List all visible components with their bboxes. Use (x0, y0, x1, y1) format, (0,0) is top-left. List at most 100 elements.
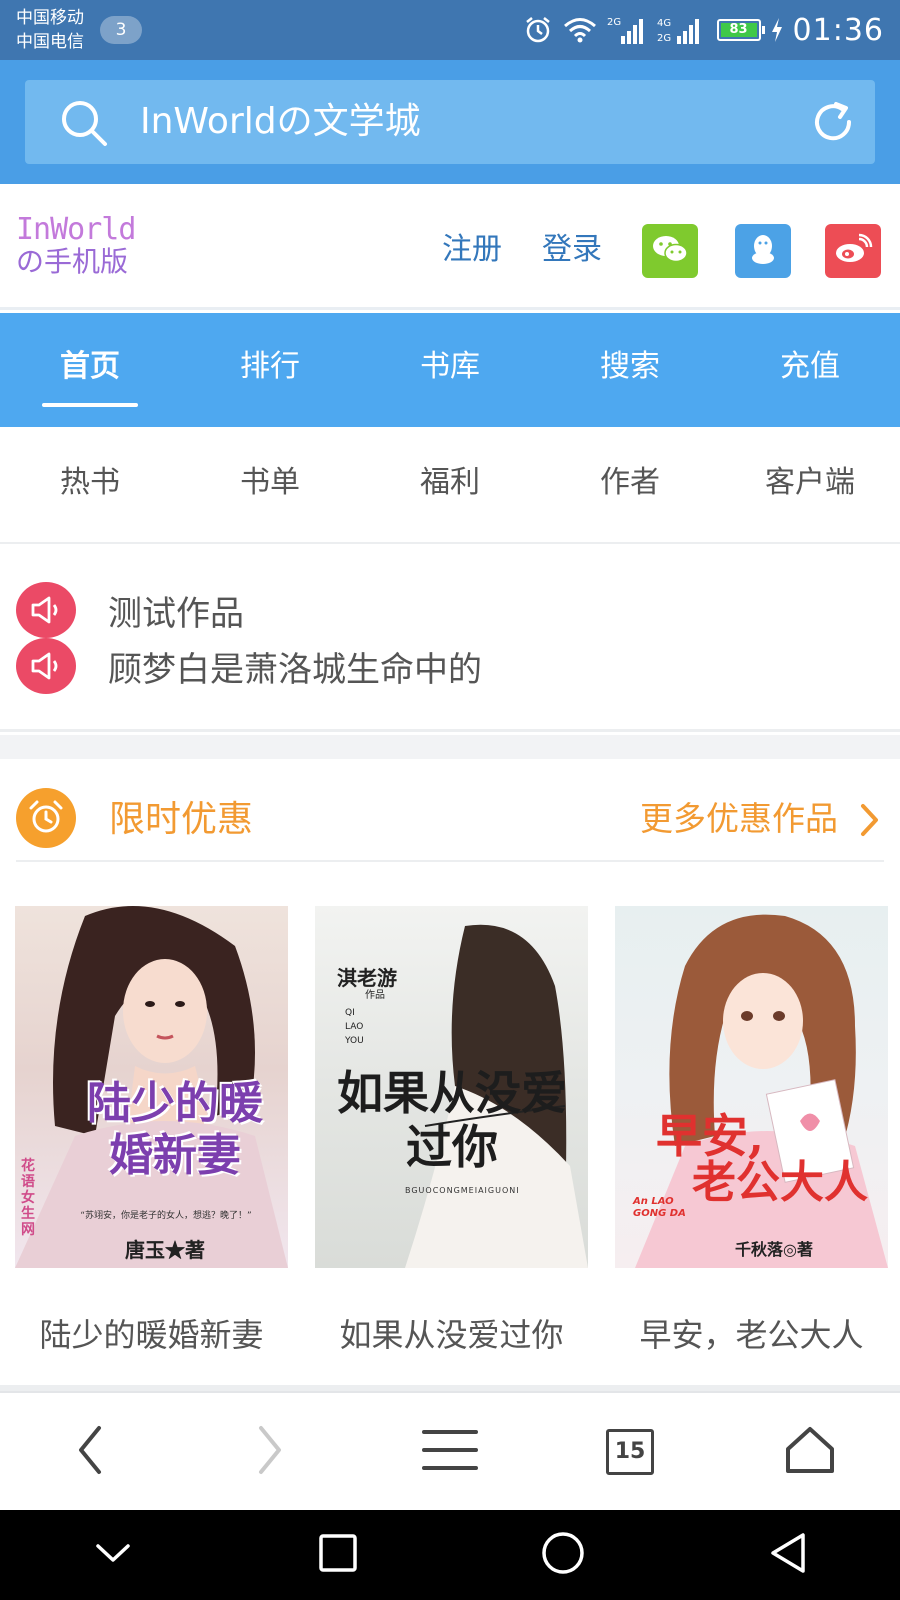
signal-2-label: 4G (657, 18, 671, 29)
carrier-labels: 中国移动 中国电信 (16, 6, 84, 54)
book-title[interactable]: 早安，老公大人 (615, 1310, 888, 1356)
refresh-icon[interactable] (809, 98, 857, 146)
nav-authors[interactable]: 作者 (540, 427, 720, 542)
chevron-right-icon (255, 1424, 285, 1480)
search-input[interactable]: InWorldの文学城 (25, 80, 875, 164)
status-icons: 2G 4G 2G 83 01:36 (523, 10, 884, 50)
square-icon (318, 1533, 358, 1577)
cover-title: 如果从没爱过你 (337, 1066, 567, 1174)
logo-line-2: の手机版 (16, 245, 129, 278)
secondary-nav: 热书 书单 福利 作者 客户端 (0, 427, 900, 544)
book-cover[interactable]: 淇老游 作品 QI LAO YOU 如果从没爱过你 BGUOCONGMEIAIG… (315, 906, 588, 1268)
nav-book-lists[interactable]: 书单 (180, 427, 360, 542)
wechat-icon (651, 233, 689, 269)
qq-login-button[interactable] (735, 224, 791, 278)
search-icon (59, 98, 109, 148)
book-card[interactable]: 淇老游 作品 QI LAO YOU 如果从没爱过你 BGUOCONGMEIAIG… (315, 906, 588, 1356)
nav-search[interactable]: 搜索 (540, 313, 720, 427)
cover-title-2: 老公大人 (692, 1157, 868, 1208)
cover-title-1: 早安, (655, 1109, 764, 1163)
battery-level: 83 (720, 23, 757, 37)
notice-text: 顾梦白是萧洛城生命中的 (108, 649, 482, 690)
notice-item[interactable]: 测试作品 (16, 582, 244, 638)
cover-author: 千秋落◎著 (735, 1240, 813, 1259)
nav-client[interactable]: 客户端 (720, 427, 900, 542)
chevron-down-icon (95, 1542, 131, 1568)
clock: 01:36 (792, 12, 884, 48)
nav-welfare[interactable]: 福利 (360, 427, 540, 542)
register-link[interactable]: 注册 (442, 224, 502, 268)
sim-badge: 3 (100, 16, 142, 44)
wifi-icon (563, 13, 597, 47)
hide-keyboard-button[interactable] (0, 1510, 225, 1600)
battery-indicator: 83 (716, 19, 765, 41)
forward-button[interactable] (180, 1393, 360, 1510)
signal-3-label: 2G (657, 33, 671, 44)
search-text: InWorldの文学城 (140, 101, 421, 142)
status-bar: 中国移动 中国电信 3 2G 4G 2G 83 01:36 (0, 0, 900, 60)
nav-library[interactable]: 书库 (360, 313, 540, 427)
tab-count: 15 (606, 1428, 654, 1475)
site-logo[interactable]: InWorld の手机版 (16, 214, 156, 280)
carrier-2: 中国电信 (16, 32, 84, 52)
section-divider (0, 735, 900, 759)
menu-button[interactable] (360, 1393, 540, 1510)
weibo-login-button[interactable] (825, 224, 881, 278)
circle-icon (541, 1531, 585, 1579)
cover-pinyin: An LAO GONG DA (633, 1196, 686, 1219)
address-bar-area: InWorldの文学城 (0, 60, 900, 184)
megaphone-icon (16, 582, 76, 638)
wechat-login-button[interactable] (642, 224, 698, 278)
home-icon (784, 1425, 836, 1479)
megaphone-icon (16, 638, 76, 694)
nav-hot-books[interactable]: 热书 (0, 427, 180, 542)
notice-item[interactable]: 顾梦白是萧洛城生命中的 (16, 638, 482, 694)
cover-blurb: “苏翊安，你是老子的女人，想逃？晚了！” (80, 1211, 252, 1221)
recent-apps-button[interactable] (225, 1510, 450, 1600)
cover-author: 唐玉★著 (125, 1238, 205, 1262)
home-system-button[interactable] (450, 1510, 675, 1600)
back-button[interactable] (0, 1393, 180, 1510)
site-header: InWorld の手机版 注册 登录 (0, 184, 900, 310)
system-navigation-bar (0, 1510, 900, 1600)
system-back-button[interactable] (675, 1510, 900, 1600)
signal-4g-icon: 4G 2G (657, 13, 707, 47)
primary-nav: 首页 排行 书库 搜索 充值 (0, 313, 900, 427)
cover-subtitle: BGUOCONGMEIAIGUONI (405, 1186, 520, 1195)
tabs-button[interactable]: 15 (540, 1393, 720, 1510)
alarm-icon (523, 13, 553, 47)
triangle-back-icon (768, 1531, 808, 1579)
qq-icon (748, 232, 778, 270)
cover-pinyin: QI LAO YOU (345, 1008, 364, 1046)
login-link[interactable]: 登录 (542, 224, 602, 268)
book-title[interactable]: 陆少的暖婚新妻 (15, 1310, 288, 1356)
notice-text: 测试作品 (108, 593, 244, 634)
hamburger-menu-icon (422, 1428, 478, 1476)
browser-toolbar: 15 (0, 1391, 900, 1510)
book-cover[interactable]: 早安, 老公大人 An LAO GONG DA 千秋落◎著 (615, 906, 888, 1268)
book-carousel: 陆少的暖婚新妻 花语女生网 “苏翊安，你是老子的女人，想逃？晚了！” 唐玉★著 … (0, 906, 900, 1386)
nav-home[interactable]: 首页 (0, 313, 180, 427)
carrier-1: 中国移动 (16, 8, 84, 28)
cover-title: 陆少的暖婚新妻 (87, 1078, 263, 1181)
weibo-icon (833, 233, 873, 269)
book-card[interactable]: 陆少的暖婚新妻 花语女生网 “苏翊安，你是老子的女人，想逃？晚了！” 唐玉★著 … (15, 906, 288, 1356)
chevron-left-icon (75, 1424, 105, 1480)
announcements: 测试作品 顾梦白是萧洛城生命中的 (0, 546, 900, 732)
book-title[interactable]: 如果从没爱过你 (315, 1310, 588, 1356)
cover-author-sub: 作品 (365, 990, 385, 1001)
signal-2g-icon: 2G (607, 13, 647, 47)
book-card[interactable]: 早安, 老公大人 An LAO GONG DA 千秋落◎著 早安，老公大人 (615, 906, 888, 1356)
nav-ranking[interactable]: 排行 (180, 313, 360, 427)
alarm-clock-icon (16, 788, 76, 848)
book-cover[interactable]: 陆少的暖婚新妻 花语女生网 “苏翊安，你是老子的女人，想逃？晚了！” 唐玉★著 (15, 906, 288, 1268)
nav-recharge[interactable]: 充值 (720, 313, 900, 427)
limited-offer-header: 限时优惠 更多优惠作品 (16, 778, 884, 862)
charging-icon (771, 13, 783, 47)
section-title: 限时优惠 (109, 799, 254, 840)
signal-1-label: 2G (607, 17, 621, 28)
more-offers-link[interactable]: 更多优惠作品 (640, 792, 838, 840)
chevron-right-icon[interactable] (858, 800, 882, 840)
home-button[interactable] (720, 1393, 900, 1510)
cover-side-label: 花语女生网 (21, 1158, 35, 1238)
